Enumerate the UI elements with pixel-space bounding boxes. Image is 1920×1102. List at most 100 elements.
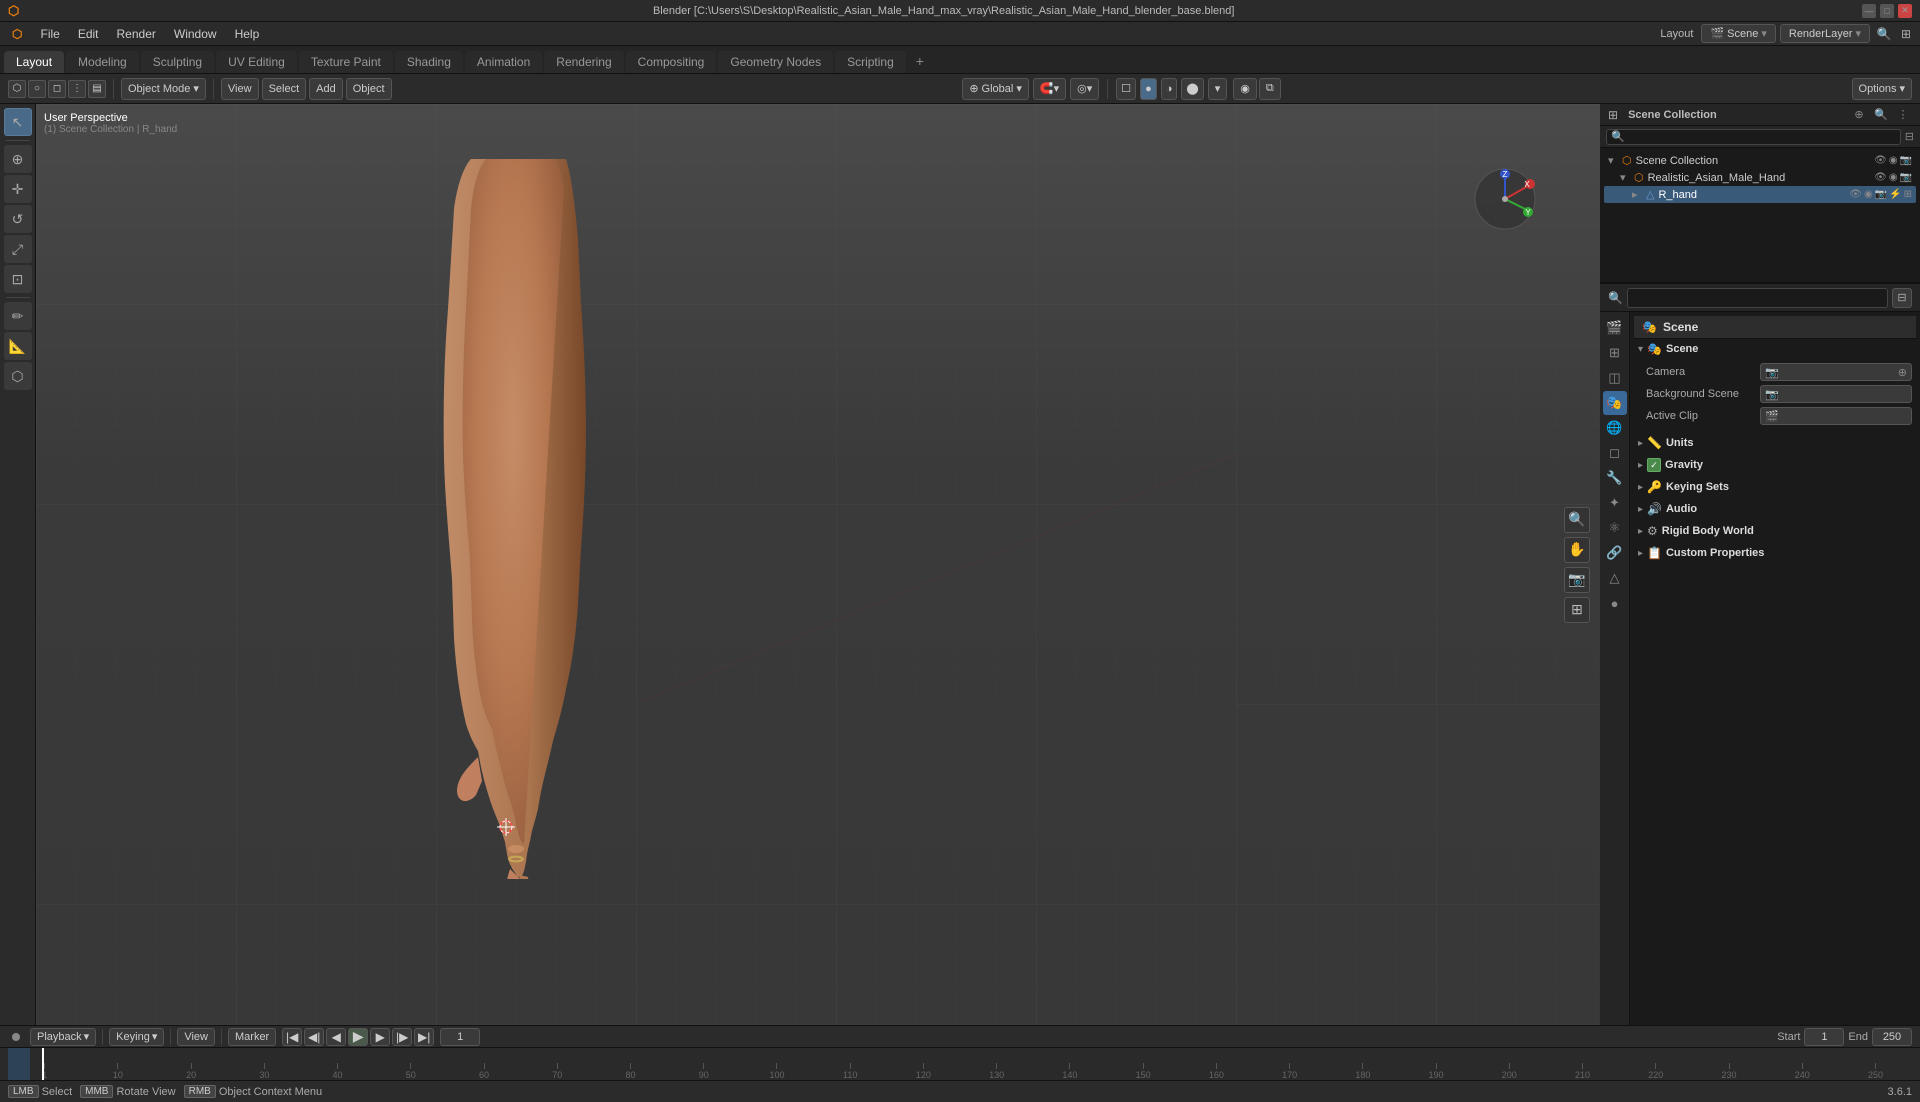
minimize-button[interactable]: — (1862, 4, 1876, 18)
tab-rendering[interactable]: Rendering (544, 51, 623, 73)
editor-icon-2[interactable]: ○ (28, 80, 46, 98)
marker-menu-btn[interactable]: Marker (228, 1028, 276, 1046)
tab-animation[interactable]: Animation (465, 51, 542, 73)
outliner-item-scene-collection[interactable]: ▾ ⬡ Scene Collection 👁 ◉ 📷 (1604, 152, 1916, 169)
keying-menu-btn[interactable]: Keying ▾ (109, 1028, 164, 1046)
audio-toggle[interactable]: ▸ 🔊 Audio (1634, 499, 1916, 519)
shading-solid[interactable]: ● (1140, 78, 1157, 100)
current-frame-input[interactable] (440, 1028, 480, 1046)
props-tab-render[interactable]: 🎬 (1603, 316, 1627, 340)
vis-extra-icon[interactable]: ⚡ (1889, 189, 1901, 200)
vis-eye-icon-3[interactable]: 👁 (1849, 189, 1862, 200)
zoom-in-btn[interactable]: 🔍 (1564, 507, 1590, 533)
rigid-body-toggle[interactable]: ▸ ⚙ Rigid Body World (1634, 521, 1916, 541)
props-tab-view-layer[interactable]: ◫ (1603, 366, 1627, 390)
prev-keyframe-btn[interactable]: ◀| (304, 1028, 324, 1046)
mode-dropdown[interactable]: Object Mode ▾ (121, 78, 206, 100)
tool-cursor[interactable]: ⊕ (4, 145, 32, 173)
editor-icon-4[interactable]: ⋮ (68, 80, 86, 98)
add-menu[interactable]: Add (309, 78, 343, 100)
jump-start-btn[interactable]: |◀ (282, 1028, 302, 1046)
props-tab-modifiers[interactable]: 🔧 (1603, 466, 1627, 490)
add-workspace-button[interactable]: + (908, 49, 932, 73)
props-tab-constraints[interactable]: 🔗 (1603, 541, 1627, 565)
outliner-filter-btn[interactable]: ⊕ (1850, 106, 1868, 124)
shading-options[interactable]: ▾ (1208, 78, 1228, 100)
props-tab-material[interactable]: ● (1603, 591, 1627, 615)
vis-restrict-icon-2[interactable]: ◉ (1889, 172, 1898, 183)
props-tab-physics[interactable]: ⚛ (1603, 516, 1627, 540)
next-keyframe-btn[interactable]: |▶ (392, 1028, 412, 1046)
start-frame-input[interactable] (1804, 1028, 1844, 1046)
tab-texture-paint[interactable]: Texture Paint (299, 51, 393, 73)
tool-annotate[interactable]: ✏ (4, 302, 32, 330)
shading-wire[interactable]: ☐ (1116, 78, 1136, 100)
units-section-toggle[interactable]: ▸ 📏 Units (1634, 433, 1916, 453)
timeline-playhead[interactable] (42, 1048, 44, 1080)
menu-blender[interactable]: ⬡ (4, 25, 30, 43)
menu-help[interactable]: Help (227, 25, 268, 43)
play-btn[interactable]: ▶ (348, 1028, 368, 1046)
timeline-body[interactable]: 1 10 20 30 40 50 60 70 80 90 100 110 120… (0, 1048, 1920, 1080)
active-clip-value-field[interactable]: 🎬 (1760, 407, 1912, 425)
camera-value-field[interactable]: 📷 ⊕ (1760, 363, 1912, 381)
tab-sculpting[interactable]: Sculpting (141, 51, 214, 73)
menu-edit[interactable]: Edit (70, 25, 107, 43)
proportional-btn[interactable]: ◎▾ (1070, 78, 1099, 100)
tab-scripting[interactable]: Scripting (835, 51, 906, 73)
vis-extra-icon-2[interactable]: ⊞ (1904, 189, 1912, 200)
keying-sets-toggle[interactable]: ▸ 🔑 Keying Sets (1634, 477, 1916, 497)
tool-transform[interactable]: ⊡ (4, 265, 32, 293)
options-btn[interactable]: Options ▾ (1852, 78, 1912, 100)
close-button[interactable]: ✕ (1898, 4, 1912, 18)
tab-uv-editing[interactable]: UV Editing (216, 51, 297, 73)
viewport-gizmo[interactable]: X Y Z (1470, 164, 1540, 234)
vis-eye-icon-2[interactable]: 👁 (1874, 172, 1887, 183)
tab-shading[interactable]: Shading (395, 51, 463, 73)
gravity-section-toggle[interactable]: ▸ ✓ Gravity (1634, 455, 1916, 475)
menu-file[interactable]: File (32, 25, 67, 43)
props-tab-data[interactable]: △ (1603, 566, 1627, 590)
playback-menu-btn[interactable]: Playback ▾ (30, 1028, 96, 1046)
bg-scene-value-field[interactable]: 📷 (1760, 385, 1912, 403)
grid-btn[interactable]: ⊞ (1564, 597, 1590, 623)
outliner-menu-btn[interactable]: ⋮ (1894, 106, 1912, 124)
tab-compositing[interactable]: Compositing (626, 51, 717, 73)
outliner-item-hand-collection[interactable]: ▾ ⬡ Realistic_Asian_Male_Hand 👁 ◉ 📷 (1604, 169, 1916, 186)
vis-render-icon-3[interactable]: 📷 (1875, 189, 1887, 200)
snap-btn[interactable]: 🧲▾ (1033, 78, 1066, 100)
viewport[interactable]: User Perspective (1) Scene Collection | … (36, 104, 1600, 1025)
menu-window[interactable]: Window (166, 25, 225, 43)
custom-props-toggle[interactable]: ▸ 📋 Custom Properties (1634, 543, 1916, 563)
end-frame-input[interactable] (1872, 1028, 1912, 1046)
editor-icon-1[interactable]: ⬡ (8, 80, 26, 98)
tool-move[interactable]: ✛ (4, 175, 32, 203)
tool-measure[interactable]: 📐 (4, 332, 32, 360)
pan-btn[interactable]: ✋ (1564, 537, 1590, 563)
camera-btn[interactable]: 📷 (1564, 567, 1590, 593)
scene-section-toggle[interactable]: ▾ 🎭 Scene (1634, 339, 1916, 359)
camera-eyedropper[interactable]: ⊕ (1898, 366, 1907, 379)
step-back-btn[interactable]: ◀ (326, 1028, 346, 1046)
outliner-filter-icon[interactable]: ⊟ (1905, 130, 1914, 143)
outliner-item-r-hand[interactable]: ▸ △ R_hand 👁 ◉ 📷 ⚡ ⊞ (1604, 186, 1916, 203)
editor-icon-3[interactable]: ◻ (48, 80, 66, 98)
shading-material[interactable]: ◑ (1161, 78, 1178, 100)
tab-geometry-nodes[interactable]: Geometry Nodes (718, 51, 833, 73)
tab-modeling[interactable]: Modeling (66, 51, 139, 73)
scene-selector[interactable]: 🎬 Scene ▾ (1701, 24, 1775, 43)
view-menu[interactable]: View (221, 78, 259, 100)
props-tab-particles[interactable]: ✦ (1603, 491, 1627, 515)
object-menu[interactable]: Object (346, 78, 392, 100)
props-tab-scene[interactable]: 🎭 (1603, 391, 1627, 415)
vis-render-icon[interactable]: 📷 (1900, 155, 1912, 166)
props-tab-world[interactable]: 🌐 (1603, 416, 1627, 440)
shading-render[interactable]: ⬤ (1181, 78, 1203, 100)
filter-btn[interactable]: ⊞ (1896, 24, 1916, 44)
jump-end-btn[interactable]: ▶| (414, 1028, 434, 1046)
view-menu-btn[interactable]: View (177, 1028, 215, 1046)
outliner-search-input[interactable] (1606, 129, 1901, 145)
vis-render-icon-2[interactable]: 📷 (1900, 172, 1912, 183)
step-forward-btn[interactable]: ▶ (370, 1028, 390, 1046)
outliner-search-btn[interactable]: 🔍 (1872, 106, 1890, 124)
